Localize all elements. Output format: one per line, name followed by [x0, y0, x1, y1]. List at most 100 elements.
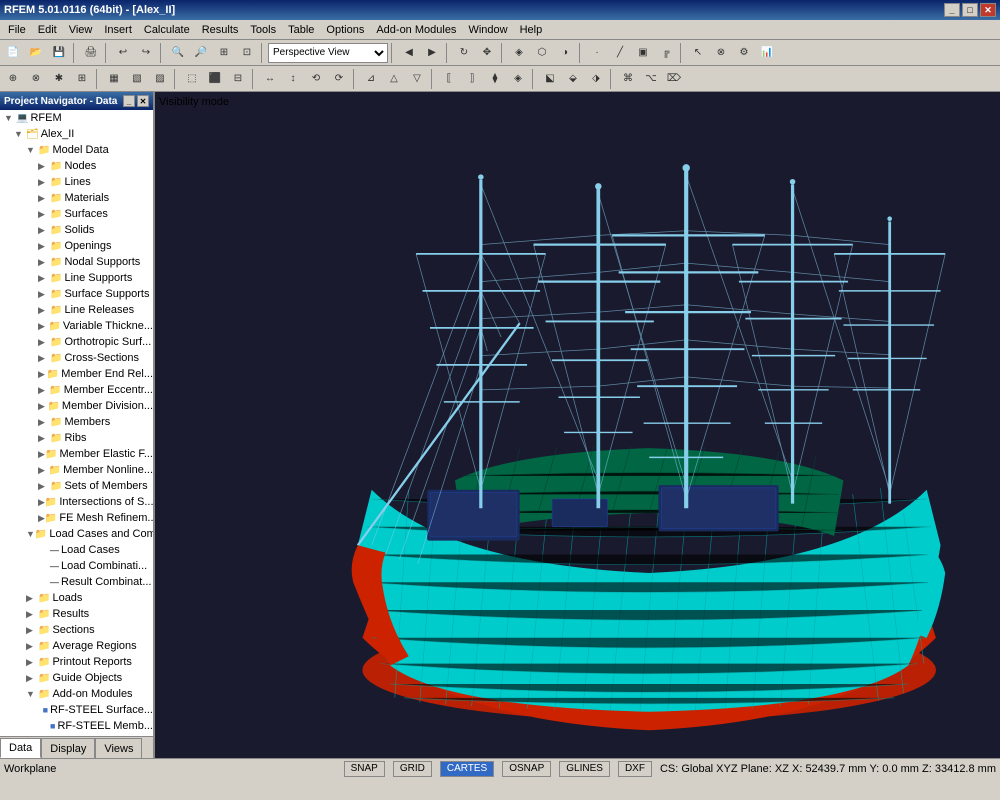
menu-insert[interactable]: Insert: [98, 22, 138, 38]
navigate-forward[interactable]: ▶: [421, 42, 443, 64]
menu-table[interactable]: Table: [282, 22, 320, 38]
tree-item-rf-steel-memb[interactable]: ■ RF-STEEL Memb...: [0, 718, 153, 734]
expand-printout-reports[interactable]: ▶: [26, 657, 38, 668]
menu-addon[interactable]: Add-on Modules: [370, 22, 462, 38]
tree-item-load-combinations[interactable]: — Load Combinati...: [0, 558, 153, 574]
menu-window[interactable]: Window: [462, 22, 513, 38]
expand-member-end-rel[interactable]: ▶: [38, 369, 47, 380]
expand-line-supports[interactable]: ▶: [38, 273, 50, 284]
toolbar2-btn8[interactable]: ⬚: [181, 68, 203, 90]
toolbar2-btn27[interactable]: ⌦: [663, 68, 685, 90]
menu-file[interactable]: File: [2, 22, 32, 38]
expand-surface-supports[interactable]: ▶: [38, 289, 50, 300]
expand-member-eccentr[interactable]: ▶: [38, 385, 49, 396]
menu-options[interactable]: Options: [320, 22, 370, 38]
expand-rfem[interactable]: ▼: [4, 113, 16, 123]
expand-materials[interactable]: ▶: [38, 193, 50, 204]
line-button[interactable]: ╱: [609, 42, 631, 64]
panel-close-btn[interactable]: ✕: [137, 95, 149, 107]
tree-item-nodes[interactable]: ▶ 📁 Nodes: [0, 158, 153, 174]
cartes-button[interactable]: CARTES: [440, 761, 494, 777]
select-button[interactable]: ↖: [687, 42, 709, 64]
expand-average-regions[interactable]: ▶: [26, 641, 38, 652]
expand-fe-mesh[interactable]: ▶: [38, 513, 45, 524]
close-button[interactable]: ✕: [980, 3, 996, 17]
toolbar2-btn6[interactable]: ▧: [126, 68, 148, 90]
tree-item-sets-of-members[interactable]: ▶ 📁 Sets of Members: [0, 478, 153, 494]
toolbar2-btn10[interactable]: ⊟: [227, 68, 249, 90]
zoom-in-button[interactable]: 🔍: [167, 42, 189, 64]
tree-item-line-releases[interactable]: ▶ 📁 Line Releases: [0, 302, 153, 318]
expand-loads[interactable]: ▶: [26, 593, 38, 604]
tree-item-surfaces[interactable]: ▶ 📁 Surfaces: [0, 206, 153, 222]
member-button[interactable]: ╔: [655, 42, 677, 64]
expand-line-releases[interactable]: ▶: [38, 305, 50, 316]
expand-guide-objects[interactable]: ▶: [26, 673, 38, 684]
tree-item-cross-sections[interactable]: ▶ 📁 Cross-Sections: [0, 350, 153, 366]
tree-item-average-regions[interactable]: ▶ 📁 Average Regions: [0, 638, 153, 654]
toolbar2-btn18[interactable]: ⟦: [438, 68, 460, 90]
tree-item-sections[interactable]: ▶ 📁 Sections: [0, 622, 153, 638]
tree-item-variable-thickness[interactable]: ▶ 📁 Variable Thickne...: [0, 318, 153, 334]
toolbar2-btn13[interactable]: ⟲: [305, 68, 327, 90]
menu-results[interactable]: Results: [196, 22, 245, 38]
navigate-back[interactable]: ◀: [398, 42, 420, 64]
toolbar2-btn15[interactable]: ⊿: [360, 68, 382, 90]
menu-edit[interactable]: Edit: [32, 22, 63, 38]
tree-item-fe-mesh[interactable]: ▶ 📁 FE Mesh Refinem...: [0, 510, 153, 526]
expand-lines[interactable]: ▶: [38, 177, 50, 188]
toolbar2-btn7[interactable]: ▨: [149, 68, 171, 90]
toolbar2-btn23[interactable]: ⬙: [562, 68, 584, 90]
toolbar2-btn24[interactable]: ⬗: [585, 68, 607, 90]
toolbar2-btn12[interactable]: ↕: [282, 68, 304, 90]
toolbar2-btn21[interactable]: ◈: [507, 68, 529, 90]
pan-button[interactable]: ✥: [476, 42, 498, 64]
expand-sections[interactable]: ▶: [26, 625, 38, 636]
tree-item-alex2[interactable]: ▼ 🗂 Alex_II: [0, 126, 153, 142]
tree-item-member-division[interactable]: ▶ 📁 Member Division...: [0, 398, 153, 414]
tree-item-printout-reports[interactable]: ▶ 📁 Printout Reports: [0, 654, 153, 670]
zoom-out-button[interactable]: 🔎: [190, 42, 212, 64]
tree-item-rf-steel-surface[interactable]: ■ RF-STEEL Surface...: [0, 702, 153, 718]
expand-orthotropic[interactable]: ▶: [38, 337, 50, 348]
toolbar2-btn20[interactable]: ⧫: [484, 68, 506, 90]
toolbar2-btn11[interactable]: ↔: [259, 68, 281, 90]
tree-item-addon-modules[interactable]: ▼ 📁 Add-on Modules: [0, 686, 153, 702]
menu-tools[interactable]: Tools: [244, 22, 282, 38]
toolbar2-btn25[interactable]: ⌘: [617, 68, 639, 90]
grid-button[interactable]: GRID: [393, 761, 432, 777]
expand-openings[interactable]: ▶: [38, 241, 50, 252]
expand-intersections[interactable]: ▶: [38, 497, 45, 508]
expand-nodes[interactable]: ▶: [38, 161, 50, 172]
tree-item-ribs[interactable]: ▶ 📁 Ribs: [0, 430, 153, 446]
tree-item-solids[interactable]: ▶ 📁 Solids: [0, 222, 153, 238]
expand-solids[interactable]: ▶: [38, 225, 50, 236]
expand-model-data[interactable]: ▼: [26, 145, 38, 155]
toolbar2-btn2[interactable]: ⊗: [25, 68, 47, 90]
redo-button[interactable]: ↪: [135, 42, 157, 64]
tree-item-openings[interactable]: ▶ 📁 Openings: [0, 238, 153, 254]
expand-ribs[interactable]: ▶: [38, 433, 50, 444]
expand-surfaces[interactable]: ▶: [38, 209, 50, 220]
expand-member-elastic[interactable]: ▶: [38, 449, 45, 460]
expand-load-cases-comb[interactable]: ▼: [26, 529, 35, 539]
glines-button[interactable]: GLINES: [559, 761, 610, 777]
zoom-select-button[interactable]: ⊡: [236, 42, 258, 64]
menu-help[interactable]: Help: [514, 22, 549, 38]
osnap-button[interactable]: OSNAP: [502, 761, 551, 777]
render-button[interactable]: ◈: [508, 42, 530, 64]
tree-item-load-cases-comb[interactable]: ▼ 📁 Load Cases and Com...: [0, 526, 153, 542]
tree-item-member-end-rel[interactable]: ▶ 📁 Member End Rel...: [0, 366, 153, 382]
tree-item-member-eccentr[interactable]: ▶ 📁 Member Eccentr...: [0, 382, 153, 398]
result-button[interactable]: 📊: [756, 42, 778, 64]
tree-item-guide-objects[interactable]: ▶ 📁 Guide Objects: [0, 670, 153, 686]
expand-member-nonline[interactable]: ▶: [38, 465, 49, 476]
wire-button[interactable]: ⬡: [531, 42, 553, 64]
tree-item-rfem[interactable]: ▼ 💻 RFEM: [0, 110, 153, 126]
node-button[interactable]: ·: [586, 42, 608, 64]
toolbar2-btn17[interactable]: ▽: [406, 68, 428, 90]
save-button[interactable]: 💾: [48, 42, 70, 64]
tab-views[interactable]: Views: [95, 738, 142, 758]
maximize-button[interactable]: □: [962, 3, 978, 17]
toolbar2-btn1[interactable]: ⊕: [2, 68, 24, 90]
